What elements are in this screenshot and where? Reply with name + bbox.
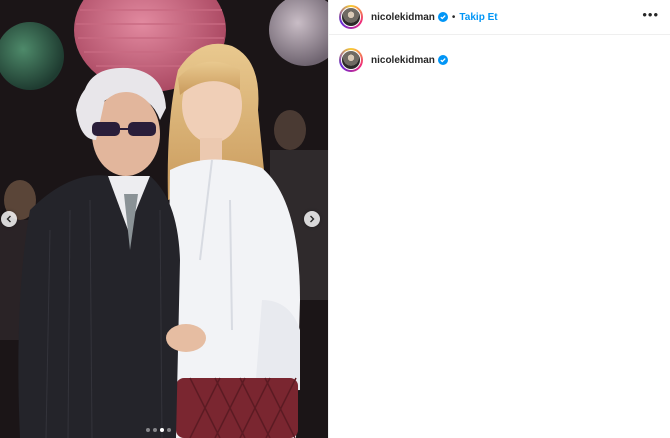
post-photo[interactable] <box>0 0 328 438</box>
more-options-icon[interactable]: ••• <box>642 8 659 22</box>
verified-badge-icon <box>437 12 448 22</box>
chevron-right-icon <box>310 215 315 223</box>
carousel-prev-button[interactable] <box>1 211 17 227</box>
carousel-next-button[interactable] <box>304 211 320 227</box>
carousel-indicator <box>146 428 171 432</box>
post-side-panel: nicolekidman • Takip Et ••• nicolekidman <box>328 0 670 438</box>
follow-button[interactable]: Takip Et <box>459 12 497 23</box>
post-header: nicolekidman • Takip Et ••• <box>329 0 670 35</box>
caption-row: nicolekidman <box>339 48 448 72</box>
header-username[interactable]: nicolekidman <box>371 12 435 23</box>
carousel-dot <box>167 428 171 432</box>
carousel-dot-active <box>160 428 164 432</box>
avatar[interactable] <box>339 5 363 29</box>
carousel-dot <box>153 428 157 432</box>
carousel-dot <box>146 428 150 432</box>
instagram-post: nicolekidman • Takip Et ••• nicolekidman <box>0 0 670 438</box>
verified-badge-icon <box>437 55 448 65</box>
photo-illustration <box>0 0 328 438</box>
header-separator: • <box>451 11 456 23</box>
chevron-left-icon <box>6 215 11 223</box>
caption-username[interactable]: nicolekidman <box>371 55 435 66</box>
caption-avatar[interactable] <box>339 48 363 72</box>
